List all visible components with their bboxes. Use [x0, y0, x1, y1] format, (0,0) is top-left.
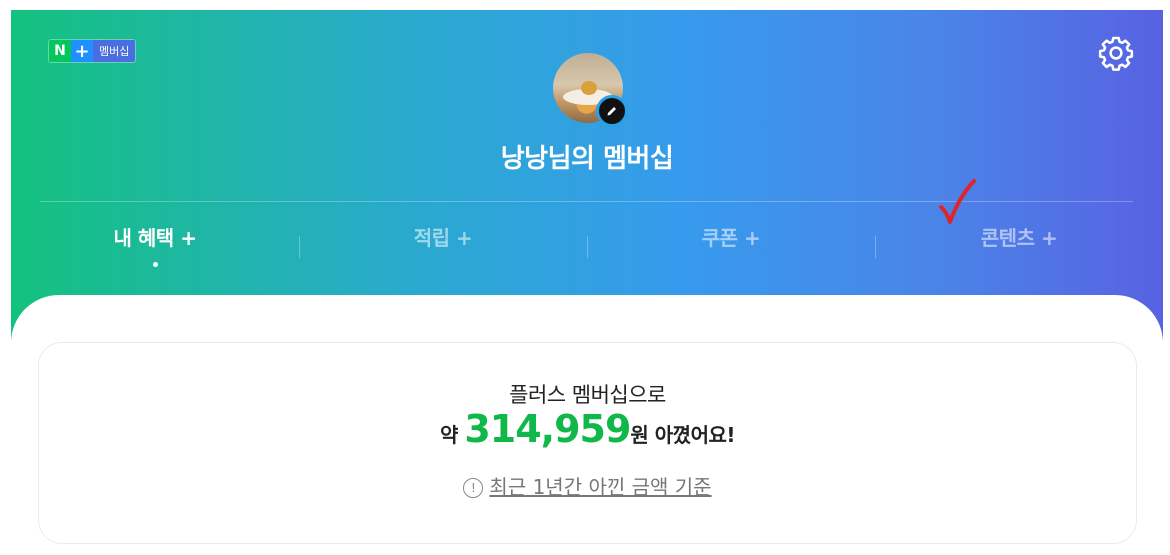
tab-label: 콘텐츠 + [980, 226, 1058, 250]
avatar-photo-fruit [581, 81, 597, 95]
savings-suffix: 원 아꼈어요! [630, 423, 736, 447]
savings-caption: 플러스 멤버십으로 [509, 383, 666, 407]
info-icon: ! [463, 478, 484, 498]
membership-header: N + 멤버십 낭낭님의 멤버십 내 혜택 + 적립 + 쿠폰 + 콘텐츠 + [11, 10, 1163, 340]
active-tab-indicator [152, 262, 158, 267]
tab-separator [875, 236, 876, 258]
plus-icon: + [71, 40, 93, 62]
savings-summary: 약 314,959원 아꼈어요! [39, 407, 1136, 451]
tab-coupons[interactable]: 쿠폰 + [587, 222, 875, 272]
tab-separator [299, 236, 300, 258]
membership-title: 낭낭님의 멤버십 [500, 144, 674, 174]
gear-icon[interactable] [1097, 34, 1135, 72]
badge-label: 멤버십 [93, 40, 136, 62]
savings-basis-text: 최근 1년간 아낀 금액 기준 [489, 475, 712, 499]
tab-contents[interactable]: 콘텐츠 + [875, 222, 1163, 272]
tab-my-benefits[interactable]: 내 혜택 + [11, 222, 299, 272]
pencil-icon [607, 107, 616, 116]
tab-label: 적립 + [413, 226, 473, 250]
naver-plus-membership-badge: N + 멤버십 [49, 40, 136, 62]
tab-label: 쿠폰 + [701, 226, 761, 250]
membership-tabs: 내 혜택 + 적립 + 쿠폰 + 콘텐츠 + [11, 222, 1163, 272]
naver-n-logo: N [49, 40, 71, 62]
edit-profile-button[interactable] [596, 95, 628, 127]
tab-separator [587, 236, 588, 258]
savings-card: 플러스 멤버십으로 약 314,959원 아꼈어요! ! 최근 1년간 아낀 금액… [38, 342, 1137, 544]
savings-amount: 314,959 [464, 407, 631, 451]
red-checkmark-annotation [939, 179, 976, 224]
savings-basis-link[interactable]: ! 최근 1년간 아낀 금액 기준 [39, 471, 1136, 500]
tab-label: 내 혜택 + [113, 226, 197, 250]
tab-rewards[interactable]: 적립 + [299, 222, 587, 272]
savings-prefix: 약 [439, 423, 465, 447]
